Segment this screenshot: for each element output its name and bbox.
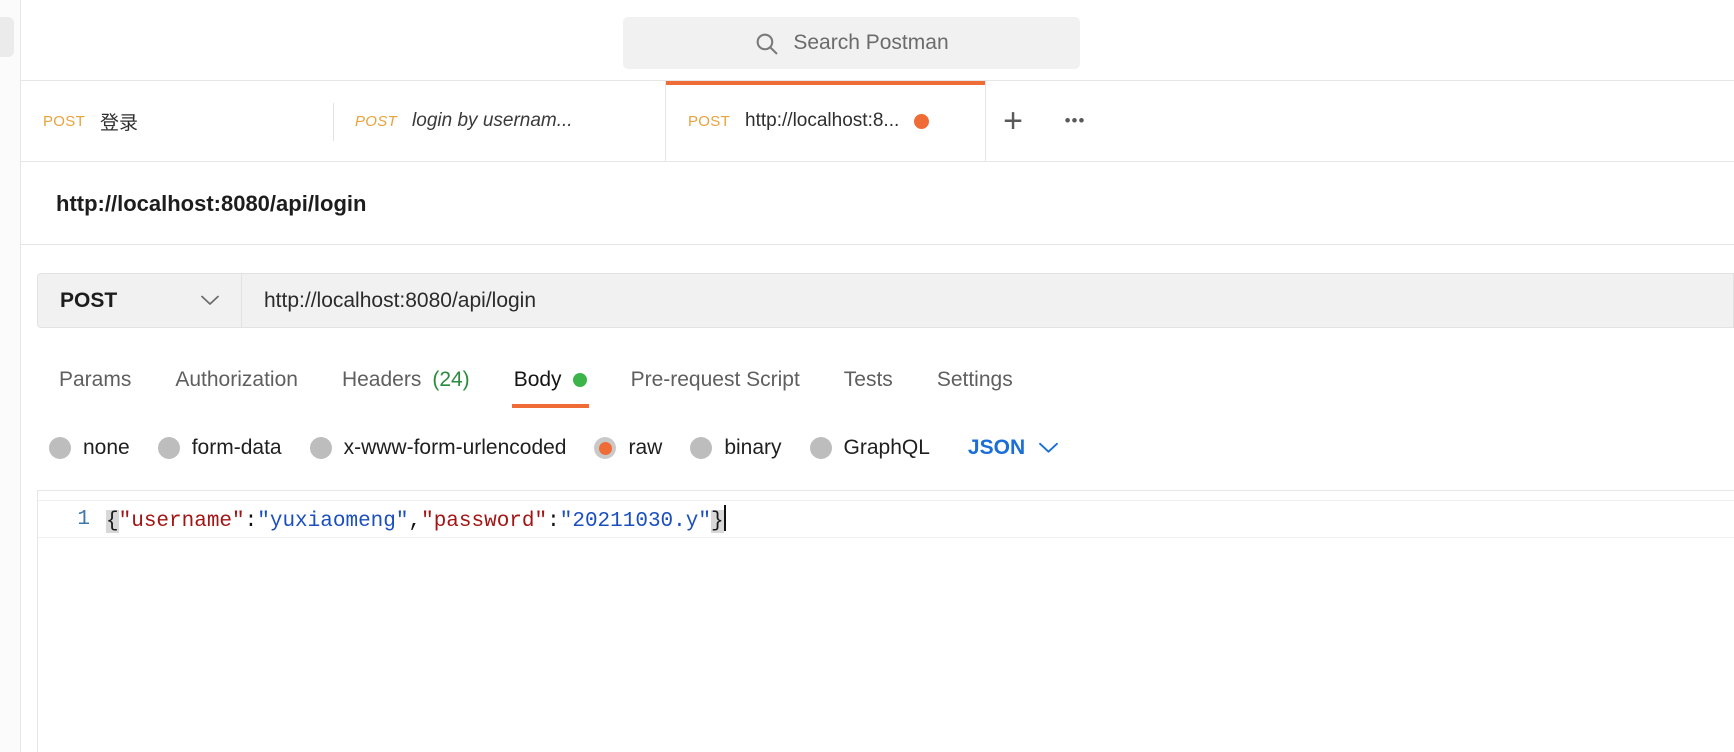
search-input[interactable]: Search Postman xyxy=(623,17,1080,69)
tab-divider xyxy=(333,103,334,141)
http-method-select[interactable]: POST xyxy=(37,273,241,328)
body-present-dot xyxy=(573,373,587,387)
radio-icon xyxy=(158,437,180,459)
value-username-token: "yuxiaomeng" xyxy=(257,510,408,533)
http-method-label: POST xyxy=(60,289,117,313)
open-brace-token: { xyxy=(106,510,119,533)
body-type-options: none form-data x-www-form-urlencoded raw… xyxy=(49,425,1058,471)
request-tab-2[interactable]: POST login by usernam... xyxy=(333,81,665,161)
url-input[interactable]: http://localhost:8080/api/login xyxy=(241,273,1734,328)
tab-label: Body xyxy=(514,368,562,392)
chevron-down-icon xyxy=(201,295,219,306)
ellipsis-icon: ••• xyxy=(1065,111,1086,131)
close-brace-token: } xyxy=(711,510,724,533)
key-username-token: "username" xyxy=(119,510,245,533)
body-type-raw[interactable]: raw xyxy=(594,436,662,460)
body-type-label: binary xyxy=(724,436,781,460)
new-tab-button[interactable]: + xyxy=(986,81,1040,161)
search-icon xyxy=(754,31,779,56)
text-cursor xyxy=(724,505,726,531)
tab-body[interactable]: Body xyxy=(492,352,609,408)
unsaved-changes-dot xyxy=(914,114,929,129)
radio-icon xyxy=(810,437,832,459)
request-tab-3-active[interactable]: POST http://localhost:8... xyxy=(665,81,986,161)
chevron-down-icon xyxy=(1039,442,1058,454)
body-type-none[interactable]: none xyxy=(49,436,130,460)
tab-tests[interactable]: Tests xyxy=(822,352,915,408)
radio-icon xyxy=(310,437,332,459)
body-type-label: x-www-form-urlencoded xyxy=(344,436,567,460)
body-type-label: GraphQL xyxy=(844,436,930,460)
tab-params[interactable]: Params xyxy=(37,352,153,408)
comma-token: , xyxy=(408,510,421,533)
body-type-x-www-form-urlencoded[interactable]: x-www-form-urlencoded xyxy=(310,436,567,460)
postman-window: Search Postman POST 登录 POST login by use… xyxy=(0,0,1734,752)
colon-token: : xyxy=(245,510,258,533)
tab-headers[interactable]: Headers (24) xyxy=(320,352,492,408)
tab-pre-request-script[interactable]: Pre-request Script xyxy=(609,352,822,408)
code-content[interactable]: {"username":"yuxiaomeng","password":"202… xyxy=(106,505,726,533)
url-bar: POST http://localhost:8080/api/login xyxy=(37,273,1734,328)
tab-label: Tests xyxy=(844,368,893,392)
tab-options-button[interactable]: ••• xyxy=(1048,81,1102,161)
page-title: http://localhost:8080/api/login xyxy=(56,191,366,217)
search-placeholder-text: Search Postman xyxy=(793,31,948,55)
body-type-graphql[interactable]: GraphQL xyxy=(810,436,930,460)
request-tab-1[interactable]: POST 登录 xyxy=(21,81,333,161)
headers-count: (24) xyxy=(432,368,469,392)
body-type-label: raw xyxy=(628,436,662,460)
tab-label: Pre-request Script xyxy=(631,368,800,392)
body-type-binary[interactable]: binary xyxy=(690,436,781,460)
tab-label: Headers xyxy=(342,368,421,392)
tab-label: Authorization xyxy=(175,368,298,392)
radio-icon xyxy=(49,437,71,459)
tab-settings[interactable]: Settings xyxy=(915,352,1035,408)
tab-method-label: POST xyxy=(43,113,85,130)
body-type-form-data[interactable]: form-data xyxy=(158,436,282,460)
top-header: Search Postman xyxy=(21,0,1734,81)
request-section-tabs: Params Authorization Headers (24) Body P… xyxy=(37,352,1035,414)
tab-title-label: login by usernam... xyxy=(412,110,573,132)
plus-icon: + xyxy=(1003,102,1023,141)
request-name-bar: http://localhost:8080/api/login xyxy=(21,162,1734,245)
value-password-token: "20211030.y" xyxy=(560,510,711,533)
tab-method-label: POST xyxy=(355,113,397,130)
radio-icon-selected xyxy=(594,437,616,459)
tab-method-label: POST xyxy=(688,113,730,130)
body-format-label: JSON xyxy=(968,436,1025,460)
request-tab-bar: POST 登录 POST login by usernam... POST ht… xyxy=(21,81,1734,162)
body-type-label: form-data xyxy=(192,436,282,460)
body-type-label: none xyxy=(83,436,130,460)
key-password-token: "password" xyxy=(421,510,547,533)
url-text: http://localhost:8080/api/login xyxy=(264,289,536,313)
body-code-editor[interactable]: 1 {"username":"yuxiaomeng","password":"2… xyxy=(37,490,1734,752)
colon-token: : xyxy=(547,510,560,533)
left-sidebar-rail xyxy=(0,0,21,752)
tab-label: Settings xyxy=(937,368,1013,392)
tab-authorization[interactable]: Authorization xyxy=(153,352,320,408)
sidebar-collapse-handle[interactable] xyxy=(0,17,14,57)
line-number: 1 xyxy=(38,508,106,531)
tab-title-label: http://localhost:8... xyxy=(745,110,899,132)
code-line-1[interactable]: 1 {"username":"yuxiaomeng","password":"2… xyxy=(38,500,1734,538)
body-format-select[interactable]: JSON xyxy=(968,436,1058,460)
radio-icon xyxy=(690,437,712,459)
tab-title-label: 登录 xyxy=(100,108,138,135)
tab-label: Params xyxy=(59,368,131,392)
